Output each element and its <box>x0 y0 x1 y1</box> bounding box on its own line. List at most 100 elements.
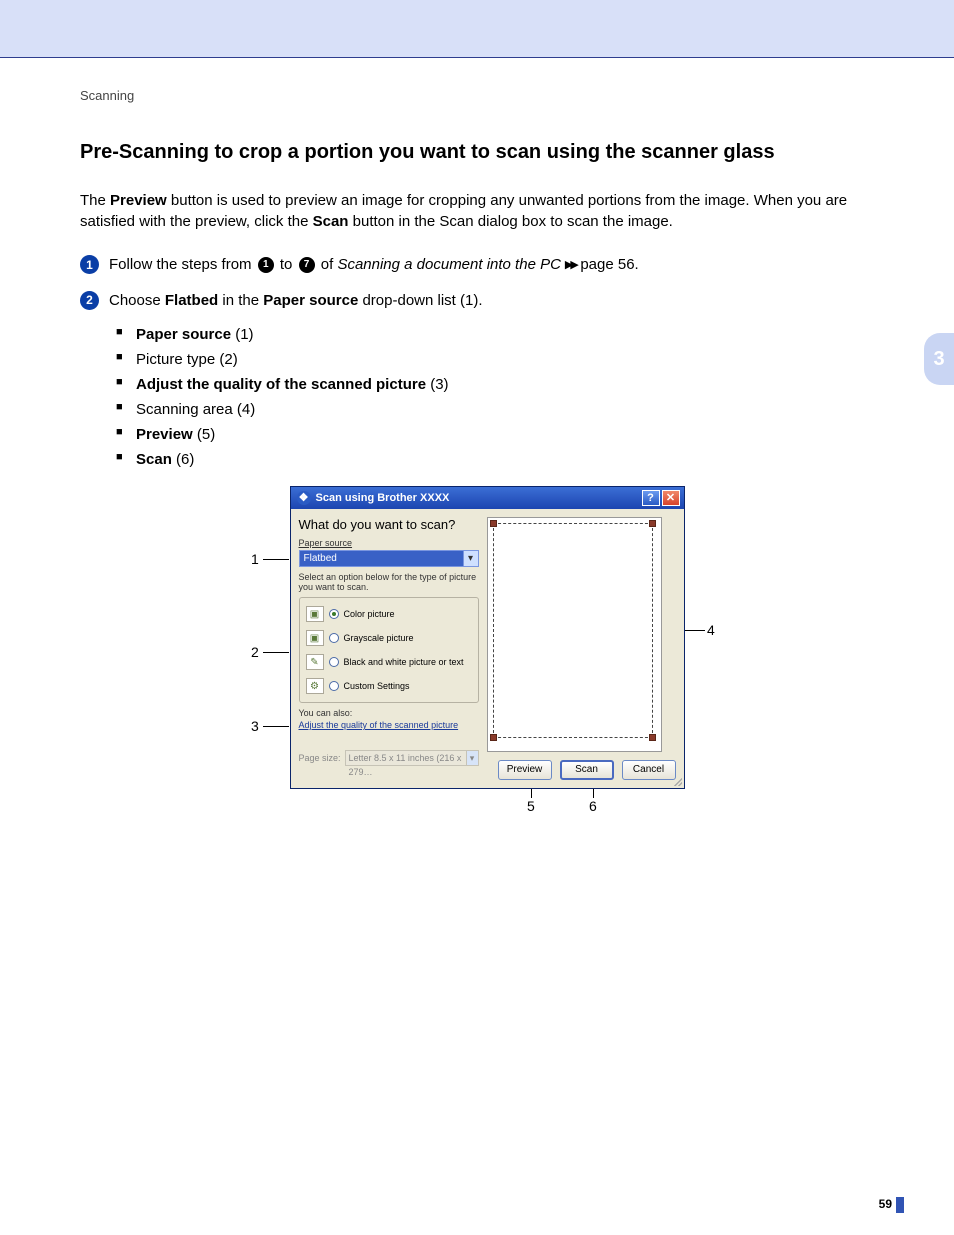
resize-grip-icon[interactable] <box>672 776 682 786</box>
radio-button[interactable] <box>329 681 339 691</box>
callout-line <box>263 726 289 727</box>
radio-button[interactable] <box>329 633 339 643</box>
close-button[interactable]: ✕ <box>662 490 680 506</box>
intro-paragraph: The Preview button is used to preview an… <box>80 190 894 232</box>
window-icon: ❖ <box>297 491 311 505</box>
text: page 56. <box>576 256 639 273</box>
section-heading: Pre-Scanning to crop a portion you want … <box>80 141 894 164</box>
page-size-row: Page size: Letter 8.5 x 11 inches (216 x… <box>299 750 479 766</box>
bullet-adjust-quality: Adjust the quality of the scanned pictur… <box>116 376 894 393</box>
callout-line <box>263 559 289 560</box>
radio-button[interactable] <box>329 609 339 619</box>
crop-handle-bottom-right[interactable] <box>649 734 656 741</box>
step-1: 1 Follow the steps from 1 to 7 of Scanni… <box>80 254 894 276</box>
crop-rectangle[interactable] <box>493 523 653 738</box>
text: Choose <box>109 292 165 309</box>
inline-ref-7: 7 <box>299 257 315 273</box>
intro-text: The <box>80 192 110 209</box>
callout-4: 4 <box>707 622 715 638</box>
text: drop-down list (1). <box>358 292 482 309</box>
bullet-bold: Adjust the quality of the scanned pictur… <box>136 376 426 393</box>
page-size-dropdown: Letter 8.5 x 11 inches (216 x 279… ▾ <box>345 750 479 766</box>
callout-1: 1 <box>251 551 259 567</box>
callout-5: 5 <box>527 798 535 814</box>
radio-label: Black and white picture or text <box>344 657 464 667</box>
italic-title: Scanning a document into the PC <box>337 256 560 273</box>
bullet-list: Paper source (1) Picture type (2) Adjust… <box>80 326 894 468</box>
radio-bw[interactable]: ✎ Black and white picture or text <box>304 650 474 674</box>
top-banner <box>0 0 954 58</box>
window-title: Scan using Brother XXXX <box>316 492 640 504</box>
titlebar[interactable]: ❖ Scan using Brother XXXX ? ✕ <box>291 487 684 509</box>
step-2: 2 Choose Flatbed in the Paper source dro… <box>80 290 894 312</box>
left-pane: What do you want to scan? Paper source F… <box>299 517 479 780</box>
bullet-scan: Scan (6) <box>116 451 894 468</box>
crop-handle-top-right[interactable] <box>649 520 656 527</box>
page-content: Scanning Pre-Scanning to crop a portion … <box>0 58 954 829</box>
callout-2: 2 <box>251 644 259 660</box>
text: Follow the steps from <box>109 256 256 273</box>
grayscale-picture-icon: ▣ <box>306 630 324 646</box>
help-button[interactable]: ? <box>642 490 660 506</box>
callout-3: 3 <box>251 718 259 734</box>
radio-custom[interactable]: ⚙ Custom Settings <box>304 674 474 698</box>
bullet-scanning-area: Scanning area (4) <box>116 401 894 418</box>
radio-label: Grayscale picture <box>344 633 414 643</box>
intro-text: button in the Scan dialog box to scan th… <box>348 213 672 230</box>
arrow-icon: ▸▸ <box>565 256 576 273</box>
chevron-down-icon: ▾ <box>463 551 478 566</box>
intro-bold-preview: Preview <box>110 192 167 209</box>
paper-source-dropdown[interactable]: Flatbed ▾ <box>299 550 479 567</box>
color-picture-icon: ▣ <box>306 606 324 622</box>
dropdown-value: Flatbed <box>304 553 337 564</box>
radio-grayscale[interactable]: ▣ Grayscale picture <box>304 626 474 650</box>
scan-dialog: ❖ Scan using Brother XXXX ? ✕ What do yo… <box>290 486 685 789</box>
preview-button[interactable]: Preview <box>498 760 552 780</box>
chevron-down-icon: ▾ <box>466 751 478 765</box>
bw-text-icon: ✎ <box>306 654 324 670</box>
callout-line <box>263 652 289 653</box>
bullet-bold: Paper source <box>136 326 231 343</box>
picture-type-group: ▣ Color picture ▣ Grayscale picture ✎ <box>299 597 479 703</box>
scan-button[interactable]: Scan <box>560 760 614 780</box>
callout-6: 6 <box>589 798 597 814</box>
inline-ref-1: 1 <box>258 257 274 273</box>
chapter-tab: 3 <box>924 333 954 385</box>
bullet-plain: (5) <box>193 426 216 443</box>
bullet-plain: Picture type (2) <box>136 351 238 368</box>
radio-color[interactable]: ▣ Color picture <box>304 602 474 626</box>
bold-papersource: Paper source <box>263 292 358 309</box>
step-1-text: Follow the steps from 1 to 7 of Scanning… <box>109 254 639 276</box>
bullet-bold: Preview <box>136 426 193 443</box>
page-size-value: Letter 8.5 x 11 inches (216 x 279… <box>349 751 466 765</box>
radio-button[interactable] <box>329 657 339 667</box>
preview-pane: Preview Scan Cancel <box>487 517 676 780</box>
crop-handle-top-left[interactable] <box>490 520 497 527</box>
page-number-bar <box>896 1197 904 1213</box>
page-size-label: Page size: <box>299 753 341 763</box>
bullet-plain: (3) <box>426 376 449 393</box>
option-hint: Select an option below for the type of p… <box>299 572 479 594</box>
bullet-plain: (1) <box>231 326 254 343</box>
dialog-figure: 1 2 3 4 5 6 ❖ Scan using Brother XXXX ? … <box>257 486 717 789</box>
text: to <box>276 256 297 273</box>
adjust-quality-link[interactable]: Adjust the quality of the scanned pictur… <box>299 720 479 730</box>
bullet-bold: Scan <box>136 451 172 468</box>
dialog-body: What do you want to scan? Paper source F… <box>291 509 684 788</box>
radio-label: Color picture <box>344 609 395 619</box>
bullet-plain: Scanning area (4) <box>136 401 255 418</box>
paper-source-label: Paper source <box>299 538 479 548</box>
step-badge-2: 2 <box>80 291 99 310</box>
cancel-button[interactable]: Cancel <box>622 760 676 780</box>
bold-flatbed: Flatbed <box>165 292 218 309</box>
text: in the <box>218 292 263 309</box>
page-number: 59 <box>879 1197 892 1211</box>
crop-handle-bottom-left[interactable] <box>490 734 497 741</box>
radio-label: Custom Settings <box>344 681 410 691</box>
text: of <box>317 256 338 273</box>
step-badge-1: 1 <box>80 255 99 274</box>
you-can-also-label: You can also: <box>299 708 479 718</box>
bullet-picture-type: Picture type (2) <box>116 351 894 368</box>
bullet-preview: Preview (5) <box>116 426 894 443</box>
scanning-area[interactable] <box>487 517 662 752</box>
